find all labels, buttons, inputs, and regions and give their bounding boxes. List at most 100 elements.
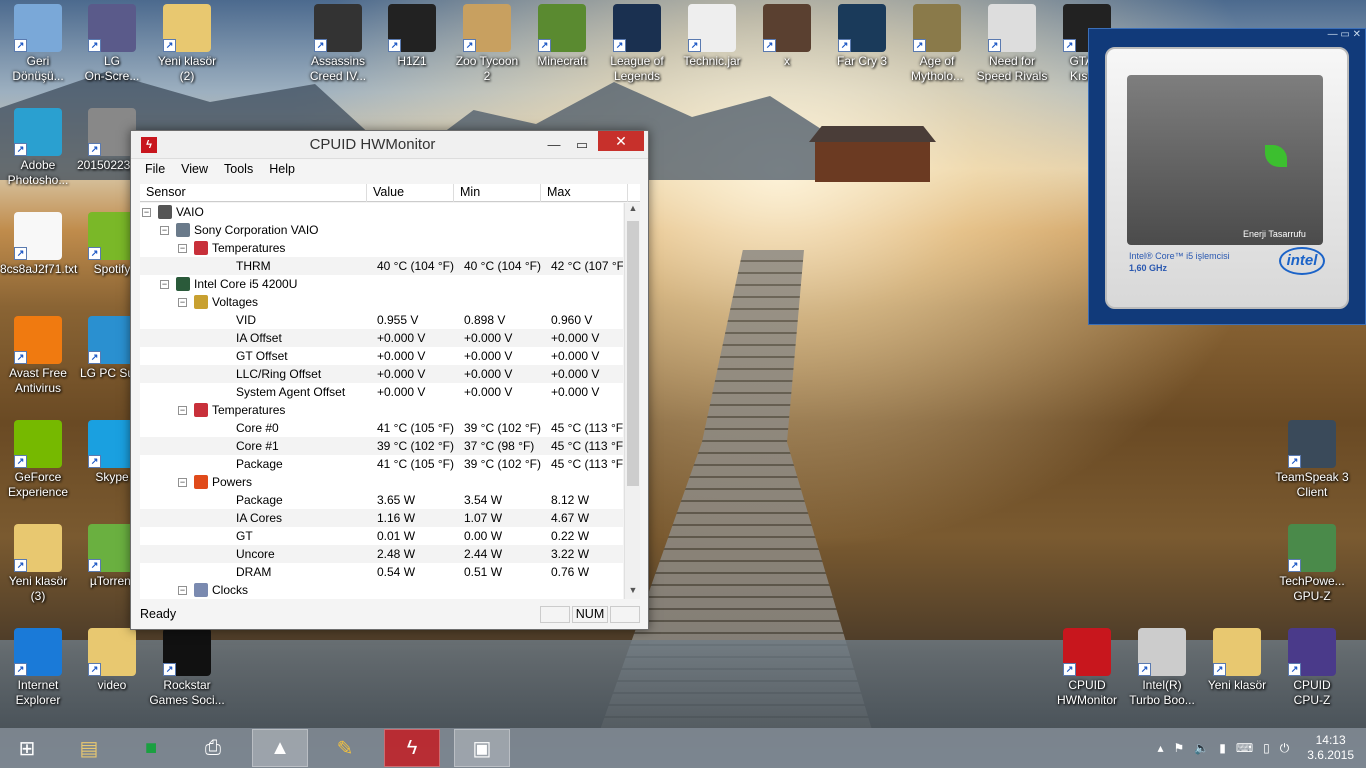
hwmonitor-app-icon[interactable]: ϟ	[141, 136, 157, 153]
close-button[interactable]: ✕	[598, 131, 644, 151]
desktop-icon[interactable]: ↗ GeForce Experience	[0, 420, 76, 500]
menu-help[interactable]: Help	[261, 162, 303, 176]
tree-node[interactable]: − Intel Core i5 4200U	[140, 275, 623, 293]
power-plug-icon[interactable]: ⏻	[1280, 741, 1290, 756]
explorer-icon[interactable]: ▤	[66, 729, 112, 767]
sensor-tree[interactable]: − VAIO − Sony Corporation VAIO − Temperatures…	[140, 203, 623, 599]
collapse-icon[interactable]: −	[142, 208, 151, 217]
battery-icon[interactable]: ▯	[1263, 741, 1270, 755]
sensor-row[interactable]: IA Cores 1.16 W 1.07 W 4.67 W	[140, 509, 623, 527]
desktop-icon[interactable]: ↗ Yeni klasör (2)	[149, 4, 225, 84]
desktop-icon[interactable]: ↗ Need for Speed Rivals	[974, 4, 1050, 84]
scroll-down-icon[interactable]: ▼	[625, 585, 641, 599]
desktop-icon[interactable]: ↗ CPUID CPU-Z	[1274, 628, 1350, 708]
scroll-up-icon[interactable]: ▲	[625, 203, 641, 217]
tree-node[interactable]: − Temperatures	[140, 239, 623, 257]
scanner-icon[interactable]: ⎙	[190, 729, 236, 767]
sensor-row[interactable]: GT Offset +0.000 V +0.000 V +0.000 V	[140, 347, 623, 365]
sensor-row[interactable]: Uncore 2.48 W 2.44 W 3.22 W	[140, 545, 623, 563]
desktop-icon[interactable]: ↗ League of Legends	[599, 4, 675, 84]
sensor-row[interactable]: System Agent Offset +0.000 V +0.000 V +0.00…	[140, 383, 623, 401]
clock[interactable]: 14:13 3.6.2015	[1307, 733, 1354, 763]
sensor-row[interactable]: THRM 40 °C (104 °F) 40 °C (104 °F) 42 °C (1…	[140, 257, 623, 275]
desktop-icon[interactable]: ↗ LG On-Scre...	[74, 4, 150, 84]
sensor-row[interactable]: Package 3.65 W 3.54 W 8.12 W	[140, 491, 623, 509]
sensor-min: +0.000 V	[464, 331, 513, 345]
store-icon[interactable]: ■	[128, 729, 174, 767]
vertical-scrollbar[interactable]: ▲ ▼	[624, 203, 640, 599]
intel-cpu-widget[interactable]: — ▭ ✕ Enerji Tasarrufu Intel® Core™ i5 i…	[1088, 28, 1366, 325]
desktop-icon[interactable]: ↗ TeamSpeak 3 Client	[1274, 420, 1350, 500]
hwmonitor-window[interactable]: ϟ CPUID HWMonitor — ▭ ✕ File View Tools …	[130, 130, 649, 630]
desktop-icon[interactable]: ↗ Yeni klasör (3)	[0, 524, 76, 604]
collapse-icon[interactable]: −	[178, 298, 187, 307]
assassins-taskbar-icon[interactable]: ▲	[252, 729, 308, 767]
network-icon[interactable]: ▮	[1219, 741, 1226, 755]
flag-icon[interactable]: ⚑	[1174, 741, 1185, 755]
sensor-min: 40 °C (104 °F)	[464, 259, 541, 273]
shortcut-arrow-icon: ↗	[1288, 455, 1301, 468]
menu-file[interactable]: File	[137, 162, 173, 176]
desktop-icon[interactable]: ↗ video	[74, 628, 150, 693]
keyboard-icon[interactable]: ⌨	[1236, 741, 1253, 755]
tree-node[interactable]: − Clocks	[140, 581, 623, 599]
paint-icon[interactable]: ✎	[322, 729, 368, 767]
desktop-icon[interactable]: ↗ Internet Explorer	[0, 628, 76, 708]
start-icon[interactable]: ⊞	[4, 729, 50, 767]
desktop-icon[interactable]: ↗ x	[749, 4, 825, 69]
sensor-row[interactable]: Core #0 41 °C (105 °F) 39 °C (102 °F) 45 °C…	[140, 419, 623, 437]
desktop-icon[interactable]: ↗ Yeni klasör	[1199, 628, 1275, 693]
desktop-icon[interactable]: ↗ Technic.jar	[674, 4, 750, 69]
collapse-icon[interactable]: −	[160, 280, 169, 289]
sensor-max: 8.12 W	[551, 493, 590, 507]
shortcut-arrow-icon: ↗	[88, 351, 101, 364]
sensor-row[interactable]: Core #1 39 °C (102 °F) 37 °C (98 °F) 45 °C …	[140, 437, 623, 455]
cpu-taskbar-icon[interactable]: ▣	[454, 729, 510, 767]
sensor-row[interactable]: IA Offset +0.000 V +0.000 V +0.000 V	[140, 329, 623, 347]
collapse-icon[interactable]: −	[178, 244, 187, 253]
sensor-row[interactable]: DRAM 0.54 W 0.51 W 0.76 W	[140, 563, 623, 581]
widget-controls[interactable]: — ▭ ✕	[1089, 29, 1365, 41]
sensor-row[interactable]: LLC/Ring Offset +0.000 V +0.000 V +0.000 V	[140, 365, 623, 383]
desktop-icon[interactable]: ↗ Far Cry 3	[824, 4, 900, 69]
maximize-button[interactable]: ▭	[568, 134, 596, 156]
desktop-icon[interactable]: ↗ Age of Mytholo...	[899, 4, 975, 84]
sensor-row[interactable]: GT 0.01 W 0.00 W 0.22 W	[140, 527, 623, 545]
desktop-icon[interactable]: ↗ H1Z1	[374, 4, 450, 69]
desktop-icon[interactable]: ↗ Assassins Creed IV...	[300, 4, 376, 84]
desktop-icon[interactable]: ↗ Rockstar Games Soci...	[149, 628, 225, 708]
col-max[interactable]: Max	[541, 184, 628, 202]
sensor-min: 3.54 W	[464, 493, 503, 507]
collapse-icon[interactable]: −	[160, 226, 169, 235]
col-sensor[interactable]: Sensor	[140, 184, 367, 202]
tree-node[interactable]: − Temperatures	[140, 401, 623, 419]
desktop-icon[interactable]: ↗ 8cs8aJ2f71.txt	[0, 212, 77, 277]
tree-node[interactable]: − VAIO	[140, 203, 623, 221]
desktop-icon[interactable]: ↗ Zoo Tycoon 2	[449, 4, 525, 84]
desktop-icon[interactable]: ↗ Geri Dönüşü...	[0, 4, 76, 84]
sensor-row[interactable]: VID 0.955 V 0.898 V 0.960 V	[140, 311, 623, 329]
tree-node[interactable]: − Voltages	[140, 293, 623, 311]
desktop-icon[interactable]: ↗ Adobe Photosho...	[0, 108, 76, 188]
minimize-button[interactable]: —	[540, 134, 568, 156]
collapse-icon[interactable]: −	[178, 586, 187, 595]
volume-icon[interactable]: 🔈	[1194, 741, 1209, 755]
show-hidden-icon[interactable]: ▴	[1157, 741, 1163, 755]
collapse-icon[interactable]: −	[178, 478, 187, 487]
tree-node[interactable]: − Powers	[140, 473, 623, 491]
menu-tools[interactable]: Tools	[216, 162, 261, 176]
scroll-thumb[interactable]	[627, 221, 639, 486]
collapse-icon[interactable]: −	[178, 406, 187, 415]
menu-view[interactable]: View	[173, 162, 216, 176]
title-bar[interactable]: ϟ CPUID HWMonitor — ▭ ✕	[131, 131, 648, 159]
tree-node[interactable]: − Sony Corporation VAIO	[140, 221, 623, 239]
desktop-icon[interactable]: ↗ Intel(R) Turbo Boo...	[1124, 628, 1200, 708]
col-min[interactable]: Min	[454, 184, 541, 202]
hwmonitor-taskbar-icon[interactable]: ϟ	[384, 729, 440, 767]
desktop-icon[interactable]: ↗ Minecraft	[524, 4, 600, 69]
sensor-row[interactable]: Package 41 °C (105 °F) 39 °C (102 °F) 45 °C…	[140, 455, 623, 473]
col-value[interactable]: Value	[367, 184, 454, 202]
desktop-icon[interactable]: ↗ CPUID HWMonitor	[1049, 628, 1125, 708]
desktop-icon[interactable]: ↗ TechPowe... GPU-Z	[1274, 524, 1350, 604]
desktop-icon[interactable]: ↗ Avast Free Antivirus	[0, 316, 76, 396]
